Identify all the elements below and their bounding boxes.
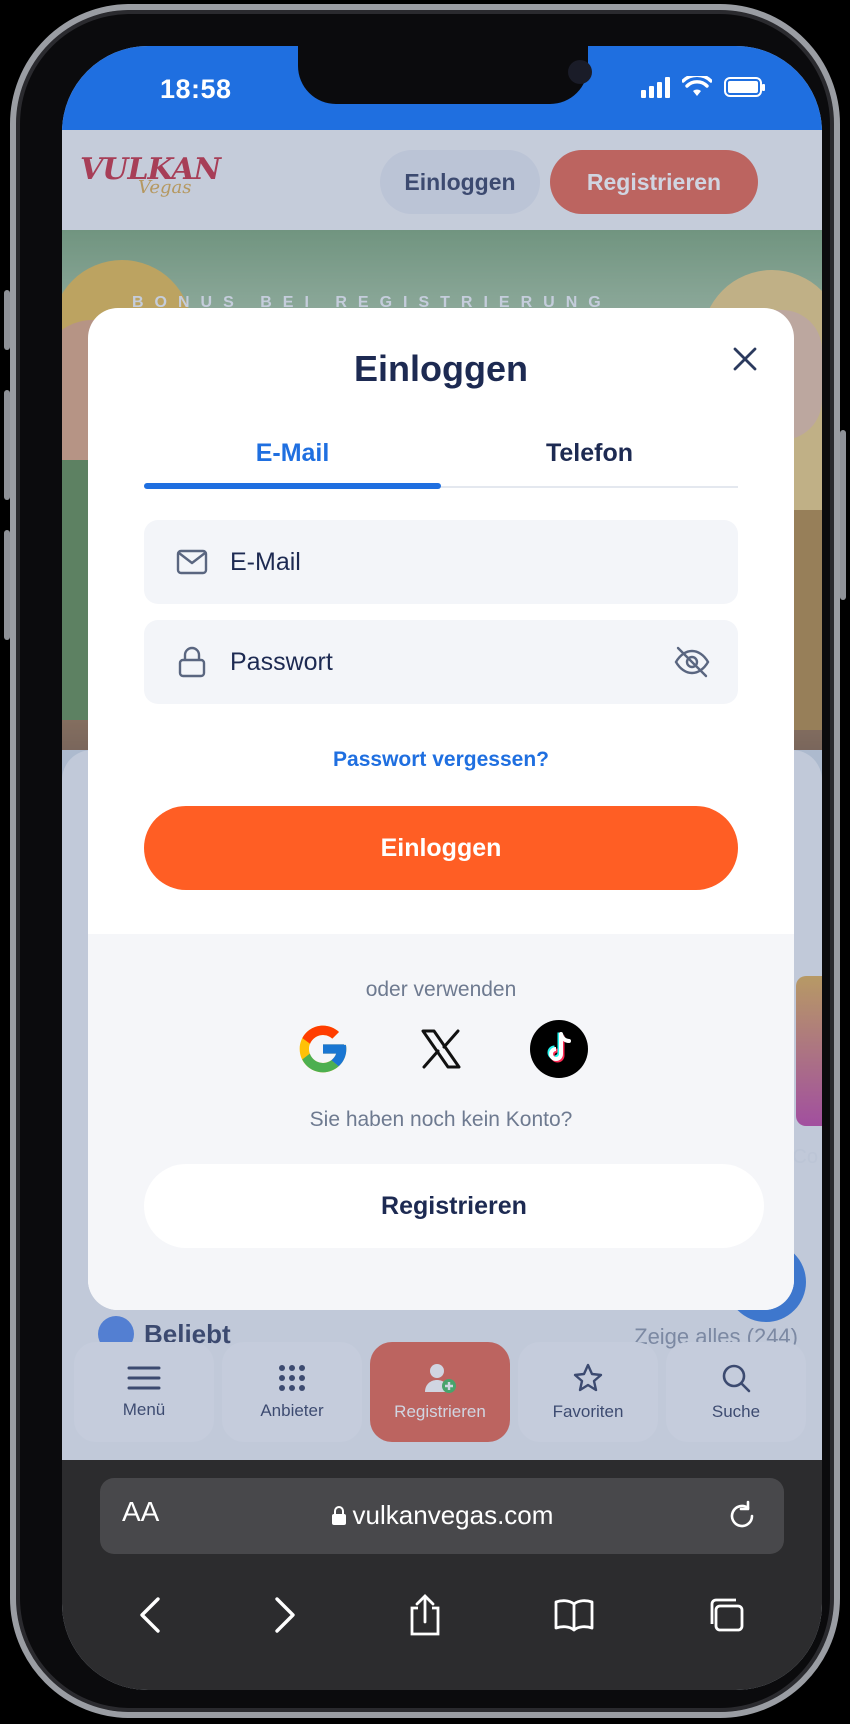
screen: 18:58 VULKAN Vegas Einloggen Registriere…: [62, 46, 822, 1690]
tabs-icon[interactable]: [706, 1596, 746, 1634]
phone-frame: 18:58 VULKAN Vegas Einloggen Registriere…: [4, 4, 846, 1718]
battery-icon: [724, 77, 765, 97]
browser-chrome: AA vulkanvegas.com: [62, 1460, 822, 1690]
power-button: [840, 430, 846, 600]
status-time: 18:58: [160, 74, 232, 104]
modal-title: Einloggen: [354, 348, 528, 389]
close-button[interactable]: [724, 338, 766, 380]
modal-register-button[interactable]: Registrieren: [144, 1164, 764, 1248]
volume-down-button: [4, 530, 10, 640]
tiktok-login-button[interactable]: [530, 1020, 588, 1078]
eye-off-icon: [674, 646, 710, 678]
tab-email[interactable]: E-Mail: [144, 420, 441, 489]
status-icons: [641, 76, 765, 98]
notch: [298, 46, 592, 104]
wifi-icon: [682, 76, 712, 96]
x-login-button[interactable]: [412, 1020, 470, 1078]
signal-icon: [641, 76, 670, 98]
x-icon: [421, 1029, 461, 1069]
google-login-button[interactable]: [294, 1020, 352, 1078]
forgot-password-link[interactable]: Passwort vergessen?: [88, 748, 794, 772]
login-submit-button[interactable]: Einloggen: [144, 806, 738, 890]
password-input[interactable]: [230, 620, 672, 704]
share-icon[interactable]: [408, 1594, 442, 1636]
back-icon[interactable]: [138, 1596, 162, 1634]
address-bar[interactable]: AA vulkanvegas.com: [100, 1478, 784, 1554]
close-icon: [733, 347, 757, 371]
or-use-label: oder verwenden: [365, 978, 517, 1001]
lock-icon: [331, 1506, 346, 1525]
no-account-text: Sie haben noch kein Konto?: [309, 1108, 573, 1131]
email-input[interactable]: [230, 520, 738, 604]
mail-icon: [174, 549, 210, 575]
browser-toolbar: [62, 1570, 822, 1660]
login-tabs: E-Mail Telefon: [144, 420, 738, 489]
lock-icon: [174, 646, 210, 678]
volume-up-button: [4, 390, 10, 500]
url-display: vulkanvegas.com: [100, 1500, 784, 1531]
tab-phone[interactable]: Telefon: [441, 420, 738, 486]
password-field[interactable]: [144, 620, 738, 704]
forward-icon[interactable]: [273, 1596, 297, 1634]
email-field[interactable]: [144, 520, 738, 604]
toggle-password-visibility[interactable]: [672, 645, 712, 679]
social-login: [88, 1020, 794, 1078]
tiktok-icon: [530, 1020, 588, 1078]
reload-icon[interactable]: [726, 1500, 758, 1532]
mute-switch: [4, 290, 10, 350]
bookmarks-icon[interactable]: [553, 1598, 595, 1632]
google-icon: [299, 1025, 347, 1073]
url-text: vulkanvegas.com: [352, 1500, 554, 1530]
login-modal: Einloggen E-Mail Telefon E-Mail Passwort…: [88, 308, 794, 1310]
status-bar: 18:58: [62, 46, 822, 130]
camera: [568, 60, 592, 84]
